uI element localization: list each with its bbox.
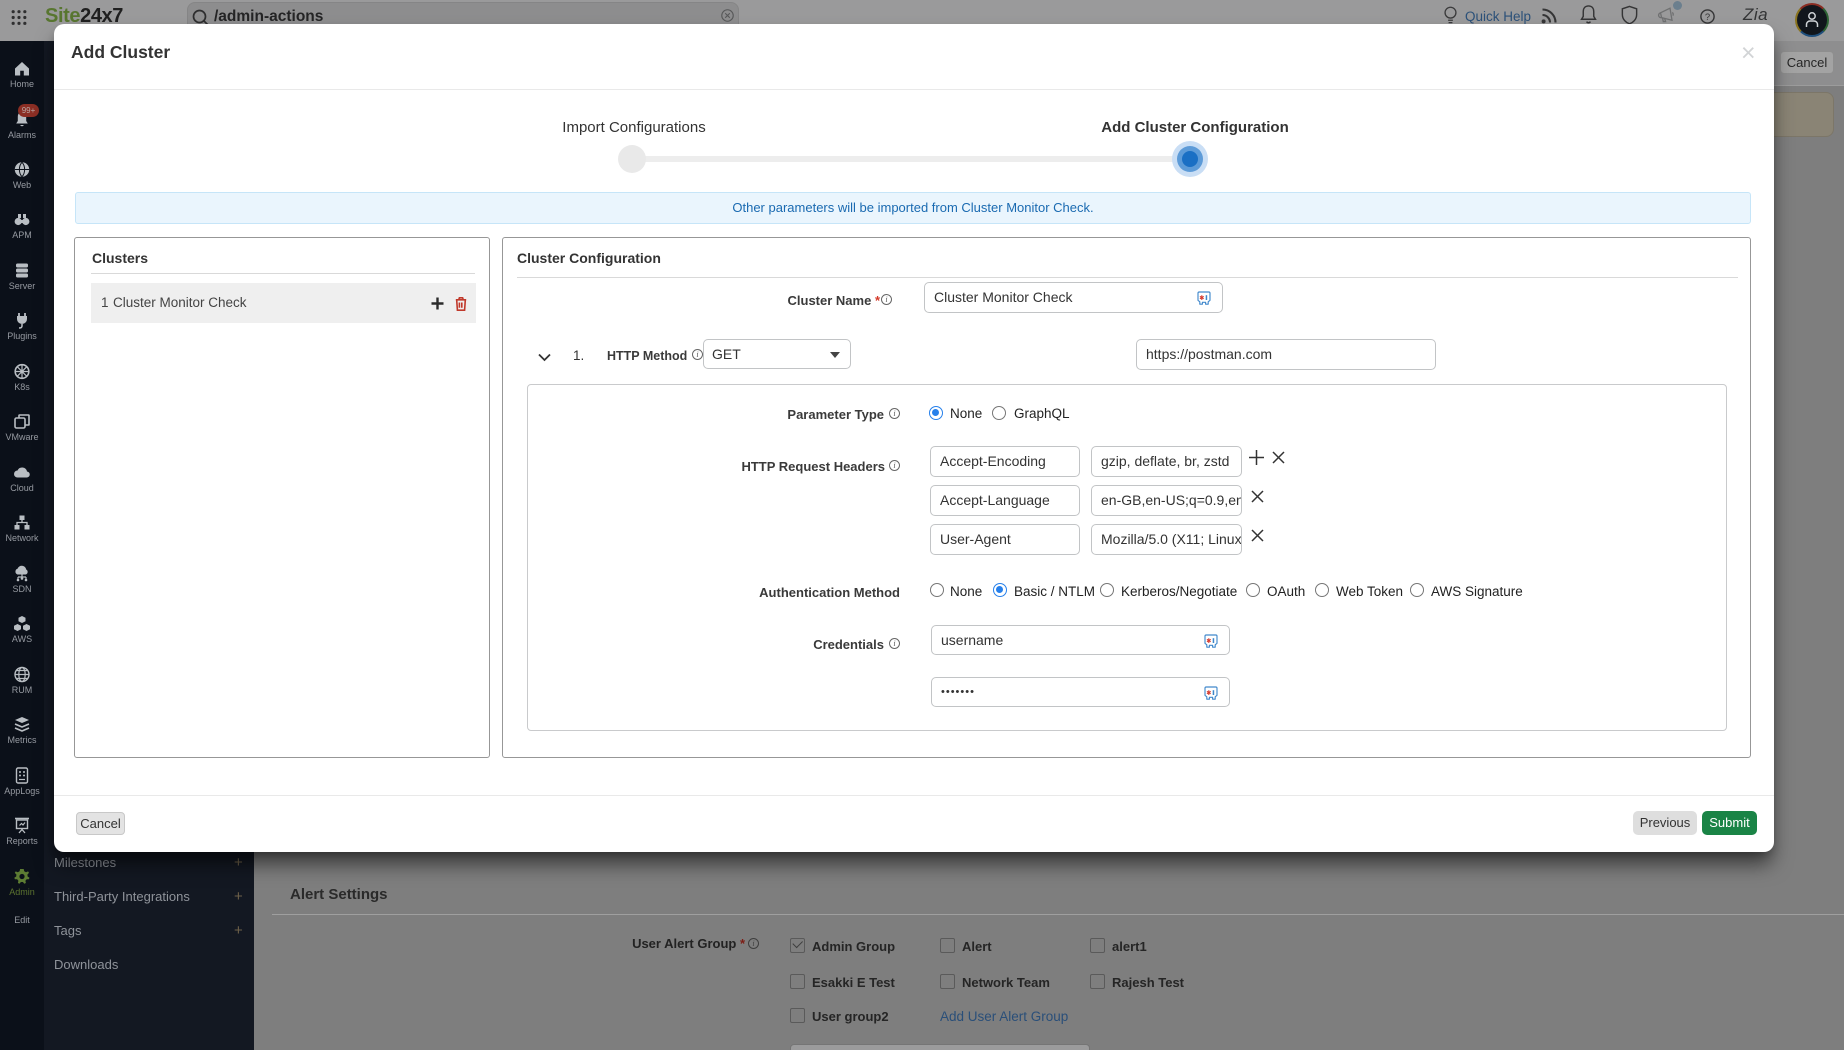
svg-text:?: ? [1705,12,1710,23]
